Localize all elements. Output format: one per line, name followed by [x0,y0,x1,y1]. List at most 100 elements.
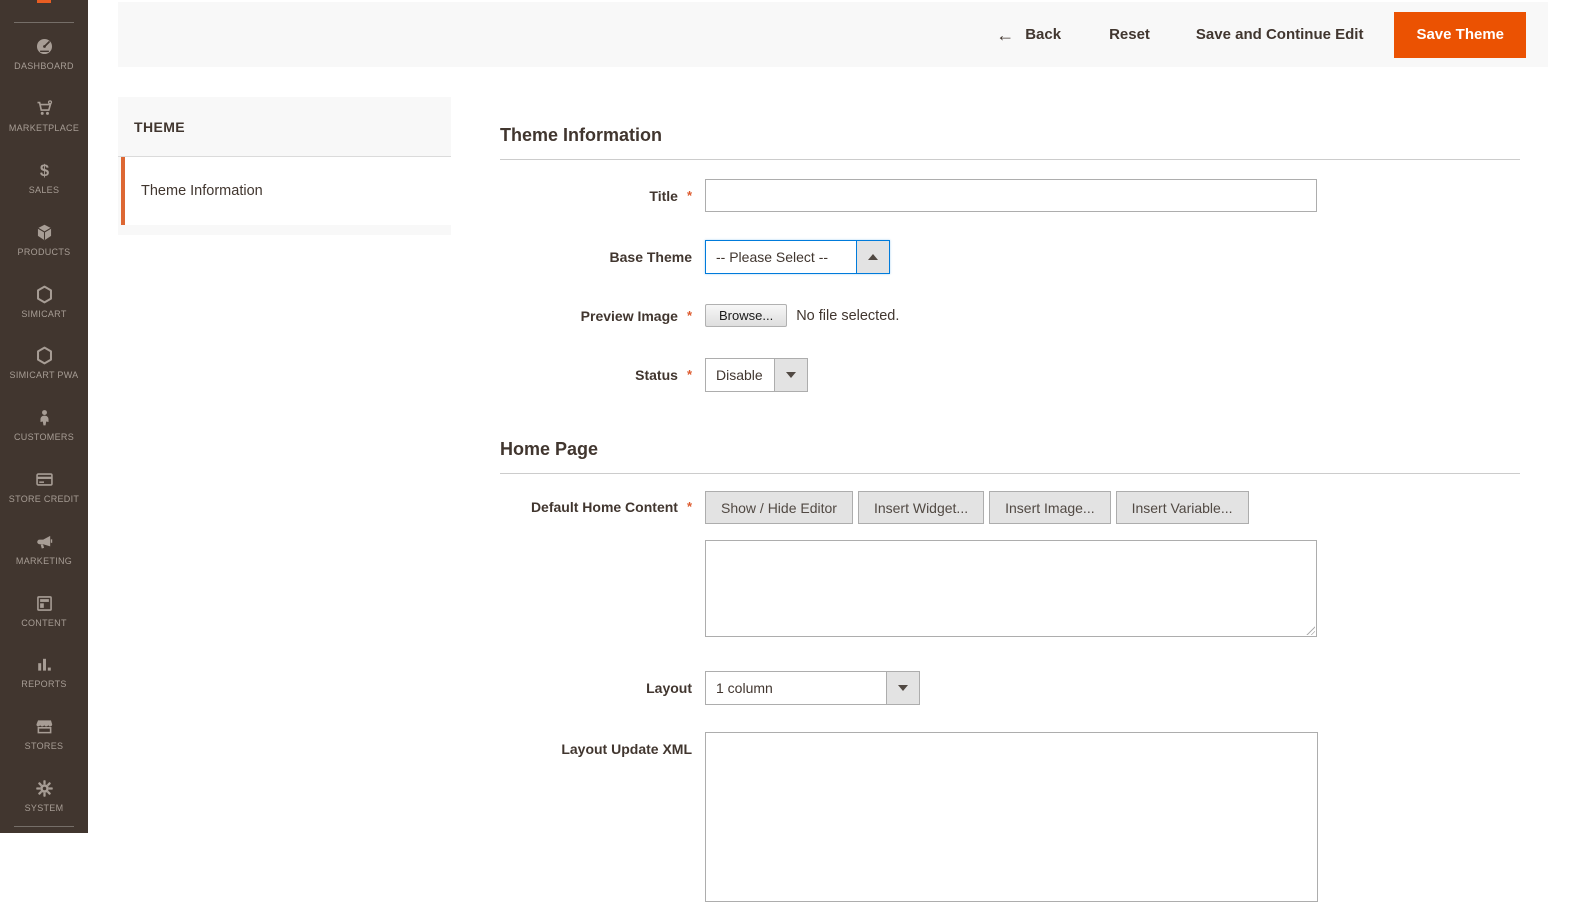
chevron-down-icon [786,372,796,378]
field-row-layout-update-xml: Layout Update XML [500,732,1520,902]
sidebar-divider [14,826,74,827]
field-row-status: Status * Disable [500,358,1520,392]
required-marker: * [687,499,692,514]
layout-update-xml-label: Layout Update XML [500,732,705,757]
store-credit-icon [34,469,55,490]
dashboard-icon [34,36,55,57]
magento-logo-partial[interactable] [37,0,51,3]
base-theme-select[interactable]: -- Please Select -- [705,240,890,274]
chevron-down-icon [898,685,908,691]
title-label: Title * [500,188,705,204]
sidebar-item-sales[interactable]: $ SALES [0,147,88,209]
layout-dropdown-button[interactable] [886,672,919,704]
sidebar-item-label: SYSTEM [25,803,64,813]
show-hide-editor-button[interactable]: Show / Hide Editor [705,491,853,524]
field-row-layout: Layout 1 column [500,671,1520,705]
sidebar-item-products[interactable]: PRODUCTS [0,208,88,270]
marketplace-icon [34,98,55,119]
status-label: Status * [500,367,705,383]
back-button-label: Back [1025,26,1061,43]
simicart-pwa-icon [34,345,55,366]
sidebar-item-simicart[interactable]: SIMICART [0,270,88,332]
browse-file-button[interactable]: Browse... [705,304,787,327]
system-icon [34,778,55,799]
field-row-title: Title * [500,179,1520,212]
title-input[interactable] [705,179,1317,212]
field-row-base-theme: Base Theme -- Please Select -- [500,240,1520,274]
base-theme-label: Base Theme [500,249,705,265]
layout-select[interactable]: 1 column [705,671,920,705]
sidebar-item-label: CUSTOMERS [14,432,74,442]
admin-sidebar: DASHBOARD MARKETPLACE $ SALES PRODUCTS S… [0,0,88,833]
required-marker: * [687,188,692,203]
sidebar-item-label: STORE CREDIT [9,494,79,504]
sidebar-item-content[interactable]: CONTENT [0,579,88,641]
content-textarea-wrapper [705,524,1317,637]
section-divider [500,473,1520,474]
sidebar-item-simicart-pwa[interactable]: SIMICART PWA [0,332,88,394]
insert-widget-button[interactable]: Insert Widget... [858,491,984,524]
sidebar-item-label: REPORTS [21,679,66,689]
sidebar-item-marketing[interactable]: MARKETING [0,517,88,579]
reports-icon [34,654,55,675]
base-theme-dropdown-button[interactable] [856,241,889,273]
marketing-icon [34,531,55,552]
layout-update-xml-textarea[interactable] [705,732,1318,902]
preview-image-label: Preview Image * [500,308,705,324]
sidebar-item-label: CONTENT [21,618,67,628]
insert-variable-button[interactable]: Insert Variable... [1116,491,1249,524]
sidebar-item-label: SIMICART PWA [10,370,79,380]
chevron-up-icon [868,254,878,260]
layout-label: Layout [500,680,705,696]
save-and-continue-button[interactable]: Save and Continue Edit [1196,26,1364,43]
sidebar-item-system[interactable]: SYSTEM [0,765,88,827]
sidebar-item-reports[interactable]: REPORTS [0,641,88,703]
field-row-default-home-content: Default Home Content * Show / Hide Edito… [500,491,1520,642]
section-divider [500,159,1520,160]
sidebar-item-marketplace[interactable]: MARKETPLACE [0,85,88,147]
default-home-content-label: Default Home Content * [500,491,705,515]
save-theme-button[interactable]: Save Theme [1394,12,1526,58]
status-dropdown-button[interactable] [774,359,807,391]
nav-item-theme-information[interactable]: Theme Information [121,157,451,225]
back-arrow-icon: ← [996,26,1014,44]
customers-icon [34,407,55,428]
required-marker: * [687,367,692,382]
back-button[interactable]: ← Back [996,26,1061,44]
theme-nav-panel: THEME Theme Information [118,97,451,235]
section-heading-theme-information: Theme Information [500,125,1520,146]
sidebar-item-label: DASHBOARD [14,61,74,71]
status-select[interactable]: Disable [705,358,808,392]
sidebar-item-stores[interactable]: STORES [0,703,88,765]
reset-button[interactable]: Reset [1109,26,1150,43]
stores-icon [34,716,55,737]
editor-buttons-row: Show / Hide Editor Insert Widget... Inse… [705,491,1317,524]
sidebar-item-label: STORES [25,741,64,751]
insert-image-button[interactable]: Insert Image... [989,491,1110,524]
sidebar-item-label: SIMICART [21,309,66,319]
sidebar-item-label: MARKETPLACE [9,123,79,133]
sidebar-item-store-credit[interactable]: STORE CREDIT [0,456,88,518]
base-theme-selected-value: -- Please Select -- [706,241,856,273]
svg-text:$: $ [39,161,48,180]
sidebar-item-customers[interactable]: CUSTOMERS [0,394,88,456]
theme-edit-form: Theme Information Title * Base Theme -- … [500,97,1520,902]
page-actions-toolbar: ← Back Reset Save and Continue Edit Save… [118,2,1548,67]
default-home-content-editor: Show / Hide Editor Insert Widget... Inse… [705,491,1317,642]
file-selected-status: No file selected. [796,308,899,324]
sidebar-item-dashboard[interactable]: DASHBOARD [0,23,88,85]
nav-panel-title: THEME [118,97,451,157]
default-home-content-textarea[interactable] [705,540,1317,637]
products-icon [34,222,55,243]
field-row-preview-image: Preview Image * Browse... No file select… [500,304,1520,327]
section-heading-home-page: Home Page [500,439,1520,460]
sidebar-item-label: MARKETING [16,556,72,566]
status-selected-value: Disable [706,359,774,391]
sales-icon: $ [34,160,55,181]
required-marker: * [687,308,692,323]
content-icon [34,593,55,614]
simicart-icon [34,284,55,305]
sidebar-item-label: SALES [29,185,60,195]
layout-selected-value: 1 column [706,672,886,704]
sidebar-item-label: PRODUCTS [18,247,71,257]
